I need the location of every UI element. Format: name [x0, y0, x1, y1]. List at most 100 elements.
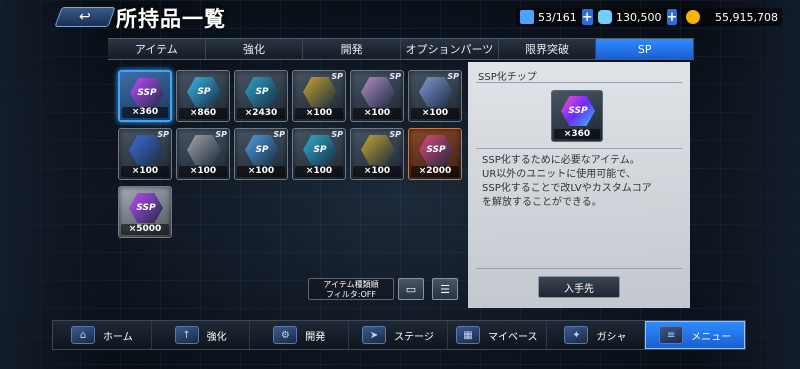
- item-count: ×100: [237, 166, 285, 177]
- sort-filter-button[interactable]: アイテム種類順 フィルタ:OFF: [308, 278, 394, 300]
- series-chip-icon: [303, 77, 337, 107]
- nav-gacha[interactable]: ✦ ガシャ: [547, 321, 646, 349]
- item-count: ×2430: [237, 108, 285, 119]
- tab-limit-break[interactable]: 限界突破: [499, 39, 597, 59]
- gacha-icon: ✦: [564, 326, 589, 344]
- inventory-item[interactable]: SSP ×5000: [118, 186, 172, 238]
- tab-option-parts[interactable]: オプションパーツ: [401, 39, 499, 59]
- description-line: SSP化するために必要なアイテム。: [482, 155, 640, 166]
- sort-order-label: アイテム種類順: [323, 280, 379, 289]
- sp-tag: SP: [389, 72, 401, 81]
- inventory-item[interactable]: SP ×100: [176, 128, 230, 180]
- nav-label: マイベース: [487, 331, 538, 343]
- back-arrow-icon: ↩: [79, 9, 91, 25]
- item-count: ×5000: [121, 224, 169, 235]
- item-count: ×360: [122, 107, 168, 118]
- inventory-item[interactable]: SSP ×2000: [408, 128, 462, 180]
- sp-tag: SP: [331, 72, 343, 81]
- inventory-item[interactable]: SP SP ×100: [292, 128, 346, 180]
- nav-label: ホーム: [103, 331, 133, 343]
- ssp-chip-icon: SSP: [561, 96, 595, 126]
- resource-credits: 130,500 +: [594, 8, 678, 26]
- description-line: を解放することができる。: [482, 197, 602, 208]
- menu-icon: ≡: [659, 326, 684, 344]
- inventory-item[interactable]: SP ×100: [118, 128, 172, 180]
- ssp-chip-icon: SSP: [419, 135, 453, 165]
- nav-home[interactable]: ⌂ ホーム: [53, 321, 152, 349]
- detail-description: SSP化するために必要なアイテム。 UR以外のユニットに使用可能で、 SSP化す…: [482, 154, 682, 210]
- background-left: [0, 0, 110, 369]
- item-count: ×100: [179, 166, 227, 177]
- item-count: ×100: [411, 108, 459, 119]
- background-right: [690, 0, 800, 369]
- home-icon: ⌂: [71, 326, 95, 344]
- series-chip-icon: [129, 135, 163, 165]
- tab-develop[interactable]: 開発: [303, 39, 402, 59]
- nav-label: 開発: [305, 331, 326, 343]
- item-count: ×100: [295, 108, 343, 119]
- resource-coins-value: 55,915,708: [715, 10, 778, 24]
- series-chip-icon: [361, 77, 395, 107]
- tab-item[interactable]: アイテム: [108, 39, 206, 59]
- resource-storage-value: 53/161: [538, 10, 577, 24]
- stage-icon: ➤: [362, 326, 387, 344]
- base-icon: ▦: [455, 326, 480, 344]
- sp-chip-icon: SP: [303, 135, 337, 165]
- detail-title: SSP化チップ: [478, 72, 537, 83]
- sort-icon: ☰: [440, 282, 450, 296]
- bottom-navigation: ⌂ ホーム ↑ 強化 ⚙ 開発 ➤ ステージ ▦ マイベース ✦ ガシャ ≡ メ…: [52, 320, 746, 350]
- inventory-item[interactable]: SP ×860: [176, 70, 230, 122]
- description-line: UR以外のユニットに使用可能で、: [482, 169, 636, 180]
- category-tabs: アイテム 強化 開発 オプションパーツ 限界突破 SP: [108, 38, 695, 60]
- divider: [476, 148, 682, 149]
- nav-label: メニュー: [691, 331, 732, 343]
- add-storage-button[interactable]: +: [581, 9, 593, 25]
- resource-credits-value: 130,500: [616, 10, 662, 24]
- inventory-item[interactable]: SP SP ×100: [234, 128, 288, 180]
- card-view-icon: ▭: [405, 282, 417, 296]
- nav-label: ステージ: [394, 331, 434, 343]
- sp-chip-icon: SSP: [130, 78, 164, 108]
- item-count: ×100: [353, 108, 401, 119]
- item-count: ×100: [121, 166, 169, 177]
- sp-tag: SP: [157, 130, 169, 139]
- inventory-item[interactable]: SSP ×360: [118, 70, 172, 122]
- item-count: ×860: [179, 108, 227, 119]
- add-credits-button[interactable]: +: [666, 9, 678, 25]
- inventory-item[interactable]: SP ×100: [408, 70, 462, 122]
- resource-coins: 55,915,708: [682, 8, 782, 26]
- sp-chip-icon: SP: [245, 135, 279, 165]
- unit-storage-icon: [520, 10, 534, 24]
- sort-button[interactable]: ☰: [432, 278, 458, 300]
- series-chip-icon: [419, 77, 453, 107]
- sp-tag: SP: [215, 130, 227, 139]
- page-title: 所持品一覧: [116, 7, 226, 31]
- sp-tag: SP: [331, 130, 343, 139]
- sp-chip-icon: SP: [187, 77, 221, 107]
- nav-stage[interactable]: ➤ ステージ: [349, 321, 448, 349]
- divider: [476, 82, 682, 83]
- sp-tag: SP: [447, 72, 459, 81]
- series-chip-icon: [361, 135, 395, 165]
- nav-enhance[interactable]: ↑ 強化: [152, 321, 251, 349]
- divider: [476, 268, 682, 269]
- inventory-item[interactable]: SP ×100: [292, 70, 346, 122]
- ssp-chip-icon: SSP: [129, 193, 163, 223]
- enhance-icon: ↑: [174, 326, 199, 344]
- inventory-item[interactable]: SP ×100: [350, 128, 404, 180]
- item-count: ×100: [353, 166, 401, 177]
- item-count: ×100: [295, 166, 343, 177]
- nav-develop[interactable]: ⚙ 開発: [250, 321, 350, 349]
- capsule-icon: [598, 10, 612, 24]
- inventory-item[interactable]: SP ×2430: [234, 70, 288, 122]
- nav-label: 強化: [206, 331, 227, 343]
- tab-enhance[interactable]: 強化: [206, 39, 304, 59]
- inventory-item[interactable]: SP ×100: [350, 70, 404, 122]
- acquisition-source-button[interactable]: 入手先: [538, 276, 620, 298]
- tab-sp[interactable]: SP: [596, 39, 695, 59]
- back-button[interactable]: ↩: [54, 7, 116, 27]
- nav-my-base[interactable]: ▦ マイベース: [448, 321, 547, 349]
- view-toggle-button[interactable]: ▭: [398, 278, 424, 300]
- nav-menu[interactable]: ≡ メニュー: [645, 321, 746, 349]
- nav-label: ガシャ: [596, 331, 627, 343]
